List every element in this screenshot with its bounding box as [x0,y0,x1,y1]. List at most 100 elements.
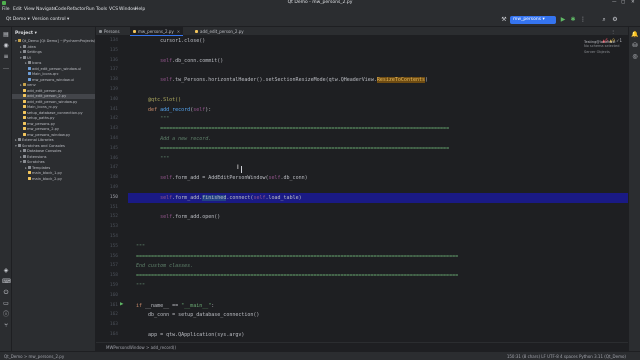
project-tree-item[interactable]: ▸ Database Consoles [12,149,95,154]
menu-file[interactable]: File [2,6,10,13]
line-number[interactable]: 137 [96,67,118,72]
db-server-objects-label[interactable]: Server Objects [584,50,628,54]
code-line[interactable] [128,291,628,301]
project-tree-item[interactable]: ▾ Scratches [12,160,95,165]
project-tree-item[interactable]: mw_persons.py [12,122,95,127]
line-number[interactable]: 148 [96,175,118,180]
project-tree-item[interactable]: mw_persons_window.ui [12,78,95,83]
project-tree-item[interactable]: ▸ External Libraries [12,138,95,143]
tab-actions-icon[interactable]: ⋮ [608,27,618,36]
project-tree-item[interactable]: mw_persons_window.py [12,133,95,138]
code-line[interactable]: ========================================… [128,271,628,281]
code-line[interactable] [128,203,628,213]
run-configuration-selector[interactable]: mw_persons ▾ [510,16,556,24]
menu-tools[interactable]: Tools [96,6,107,13]
settings-gear-icon[interactable]: ⚙ [611,16,619,24]
run-gutter-icon[interactable]: ▶ [120,302,123,307]
menu-edit[interactable]: Edit [13,6,22,13]
project-tree-item[interactable]: add_edit_person.py [12,89,95,94]
tab-mw-persons-2[interactable]: mw_persons_2.py ✕ [130,27,184,36]
code-line[interactable] [128,46,628,56]
project-tree-item[interactable]: main_block_1.py [12,171,95,176]
code-line[interactable] [128,65,628,75]
tab-add-edit-person-2[interactable]: add_edit_person_2.py [192,27,247,36]
code-line[interactable]: ========================================… [128,124,628,134]
line-number[interactable]: 149 [96,185,118,190]
close-tab-icon[interactable]: ✕ [177,29,180,34]
line-number[interactable]: 143 [96,126,118,131]
database-icon[interactable]: ⛁ [631,42,639,50]
line-number[interactable]: 150 [96,195,118,200]
ai-assistant-icon[interactable]: ◎ [631,53,639,61]
code-line[interactable]: self.form_add.finished.connect(self.load… [128,192,628,203]
menu-help[interactable]: Help [135,6,145,13]
project-tree-item[interactable]: ▾ UI [12,56,95,61]
python-console-icon[interactable]: ⌨ [2,278,11,286]
code-line[interactable]: """ [128,242,628,252]
code-line[interactable]: End custom classes. [128,261,628,271]
line-number[interactable]: 138 [96,77,118,82]
code-line[interactable]: ========================================… [128,252,628,262]
code-line[interactable]: self.tw_Persons.horizontalHeader().setSe… [128,75,628,85]
line-number[interactable]: 157 [96,263,118,268]
line-number[interactable]: 139 [96,87,118,92]
code-line[interactable]: if __name__ == "__main__": [128,301,628,311]
code-line[interactable]: """ [128,154,628,164]
project-tree-item[interactable]: setup_database_connection.py [12,111,95,116]
code-line[interactable]: """ [128,281,628,291]
code-line[interactable]: self.form_add.open() [128,212,628,222]
project-tree-item[interactable]: ▸ Extensions [12,155,95,160]
commit-icon[interactable]: ◉ [2,42,10,50]
search-icon[interactable]: ⌕ [600,16,608,24]
code-line[interactable] [128,320,628,330]
project-tree-item[interactable]: ▸ Settings [12,50,95,55]
line-number[interactable]: 144 [96,136,118,141]
line-number[interactable]: 164 [96,332,118,337]
project-tree-item[interactable]: setup_paths.py [12,116,95,121]
code-line[interactable]: def add_record(self): [128,105,628,115]
structure-icon[interactable]: ≡ [2,53,10,61]
project-tree-item[interactable]: ▸ Icons [12,61,95,66]
more-tools-icon[interactable]: … [2,64,10,72]
project-tree-item[interactable]: Main_Icons.qrc [12,72,95,77]
line-number[interactable]: 159 [96,283,118,288]
breadcrumb[interactable]: MWPersonsWindow > add_record() [96,342,628,351]
code-line[interactable]: Add a new record. [128,134,628,144]
code-line[interactable]: db_conn = setup_database_connection() [128,310,628,320]
menu-refactor[interactable]: Refactor [67,6,86,13]
code-line[interactable] [128,232,628,242]
notifications-icon[interactable]: 🔔 [631,31,639,39]
line-number[interactable]: 160 [96,293,118,298]
status-breadcrumb[interactable]: Qt_Demo > mw_persons_2.py [4,352,64,360]
line-number[interactable]: 161 [96,303,118,308]
line-number[interactable]: 136 [96,58,118,63]
project-panel-title[interactable]: Project ▾ [15,31,37,36]
menu-run[interactable]: Run [86,6,95,13]
project-folder-icon[interactable]: ▤ [2,31,10,39]
line-number[interactable]: 152 [96,214,118,219]
more-actions-icon[interactable]: ⋮ [579,16,587,24]
line-number[interactable]: 141 [96,107,118,112]
project-tree-item[interactable]: ▸ Templates [12,166,95,171]
code-line[interactable]: """ [128,114,628,124]
line-number[interactable]: 158 [96,273,118,278]
line-number[interactable]: 140 [96,97,118,102]
run-icon[interactable]: ▶ [559,16,567,24]
code-line[interactable]: cursor1.close() [128,36,628,46]
line-number[interactable]: 156 [96,254,118,259]
line-number[interactable]: 162 [96,312,118,317]
line-number[interactable]: 153 [96,224,118,229]
python-packages-icon[interactable]: ◈ [2,267,10,275]
line-number[interactable]: 147 [96,165,118,170]
services-icon[interactable]: ⏻ [2,289,10,297]
problems-icon[interactable]: ⓘ [2,311,10,319]
line-number[interactable]: 135 [96,48,118,53]
menu-code[interactable]: Code [55,6,67,13]
project-tree-item[interactable]: ▸ .idea [12,45,95,50]
project-tree-item[interactable]: ▸ venv [12,83,95,88]
terminal-icon[interactable]: ▭ [2,300,10,308]
code-line[interactable] [128,85,628,95]
menu-vcs[interactable]: VCS [109,6,118,13]
git-icon[interactable]: ⑂ [2,322,10,330]
project-tree-item[interactable]: Main_Icons_rc.py [12,105,95,110]
